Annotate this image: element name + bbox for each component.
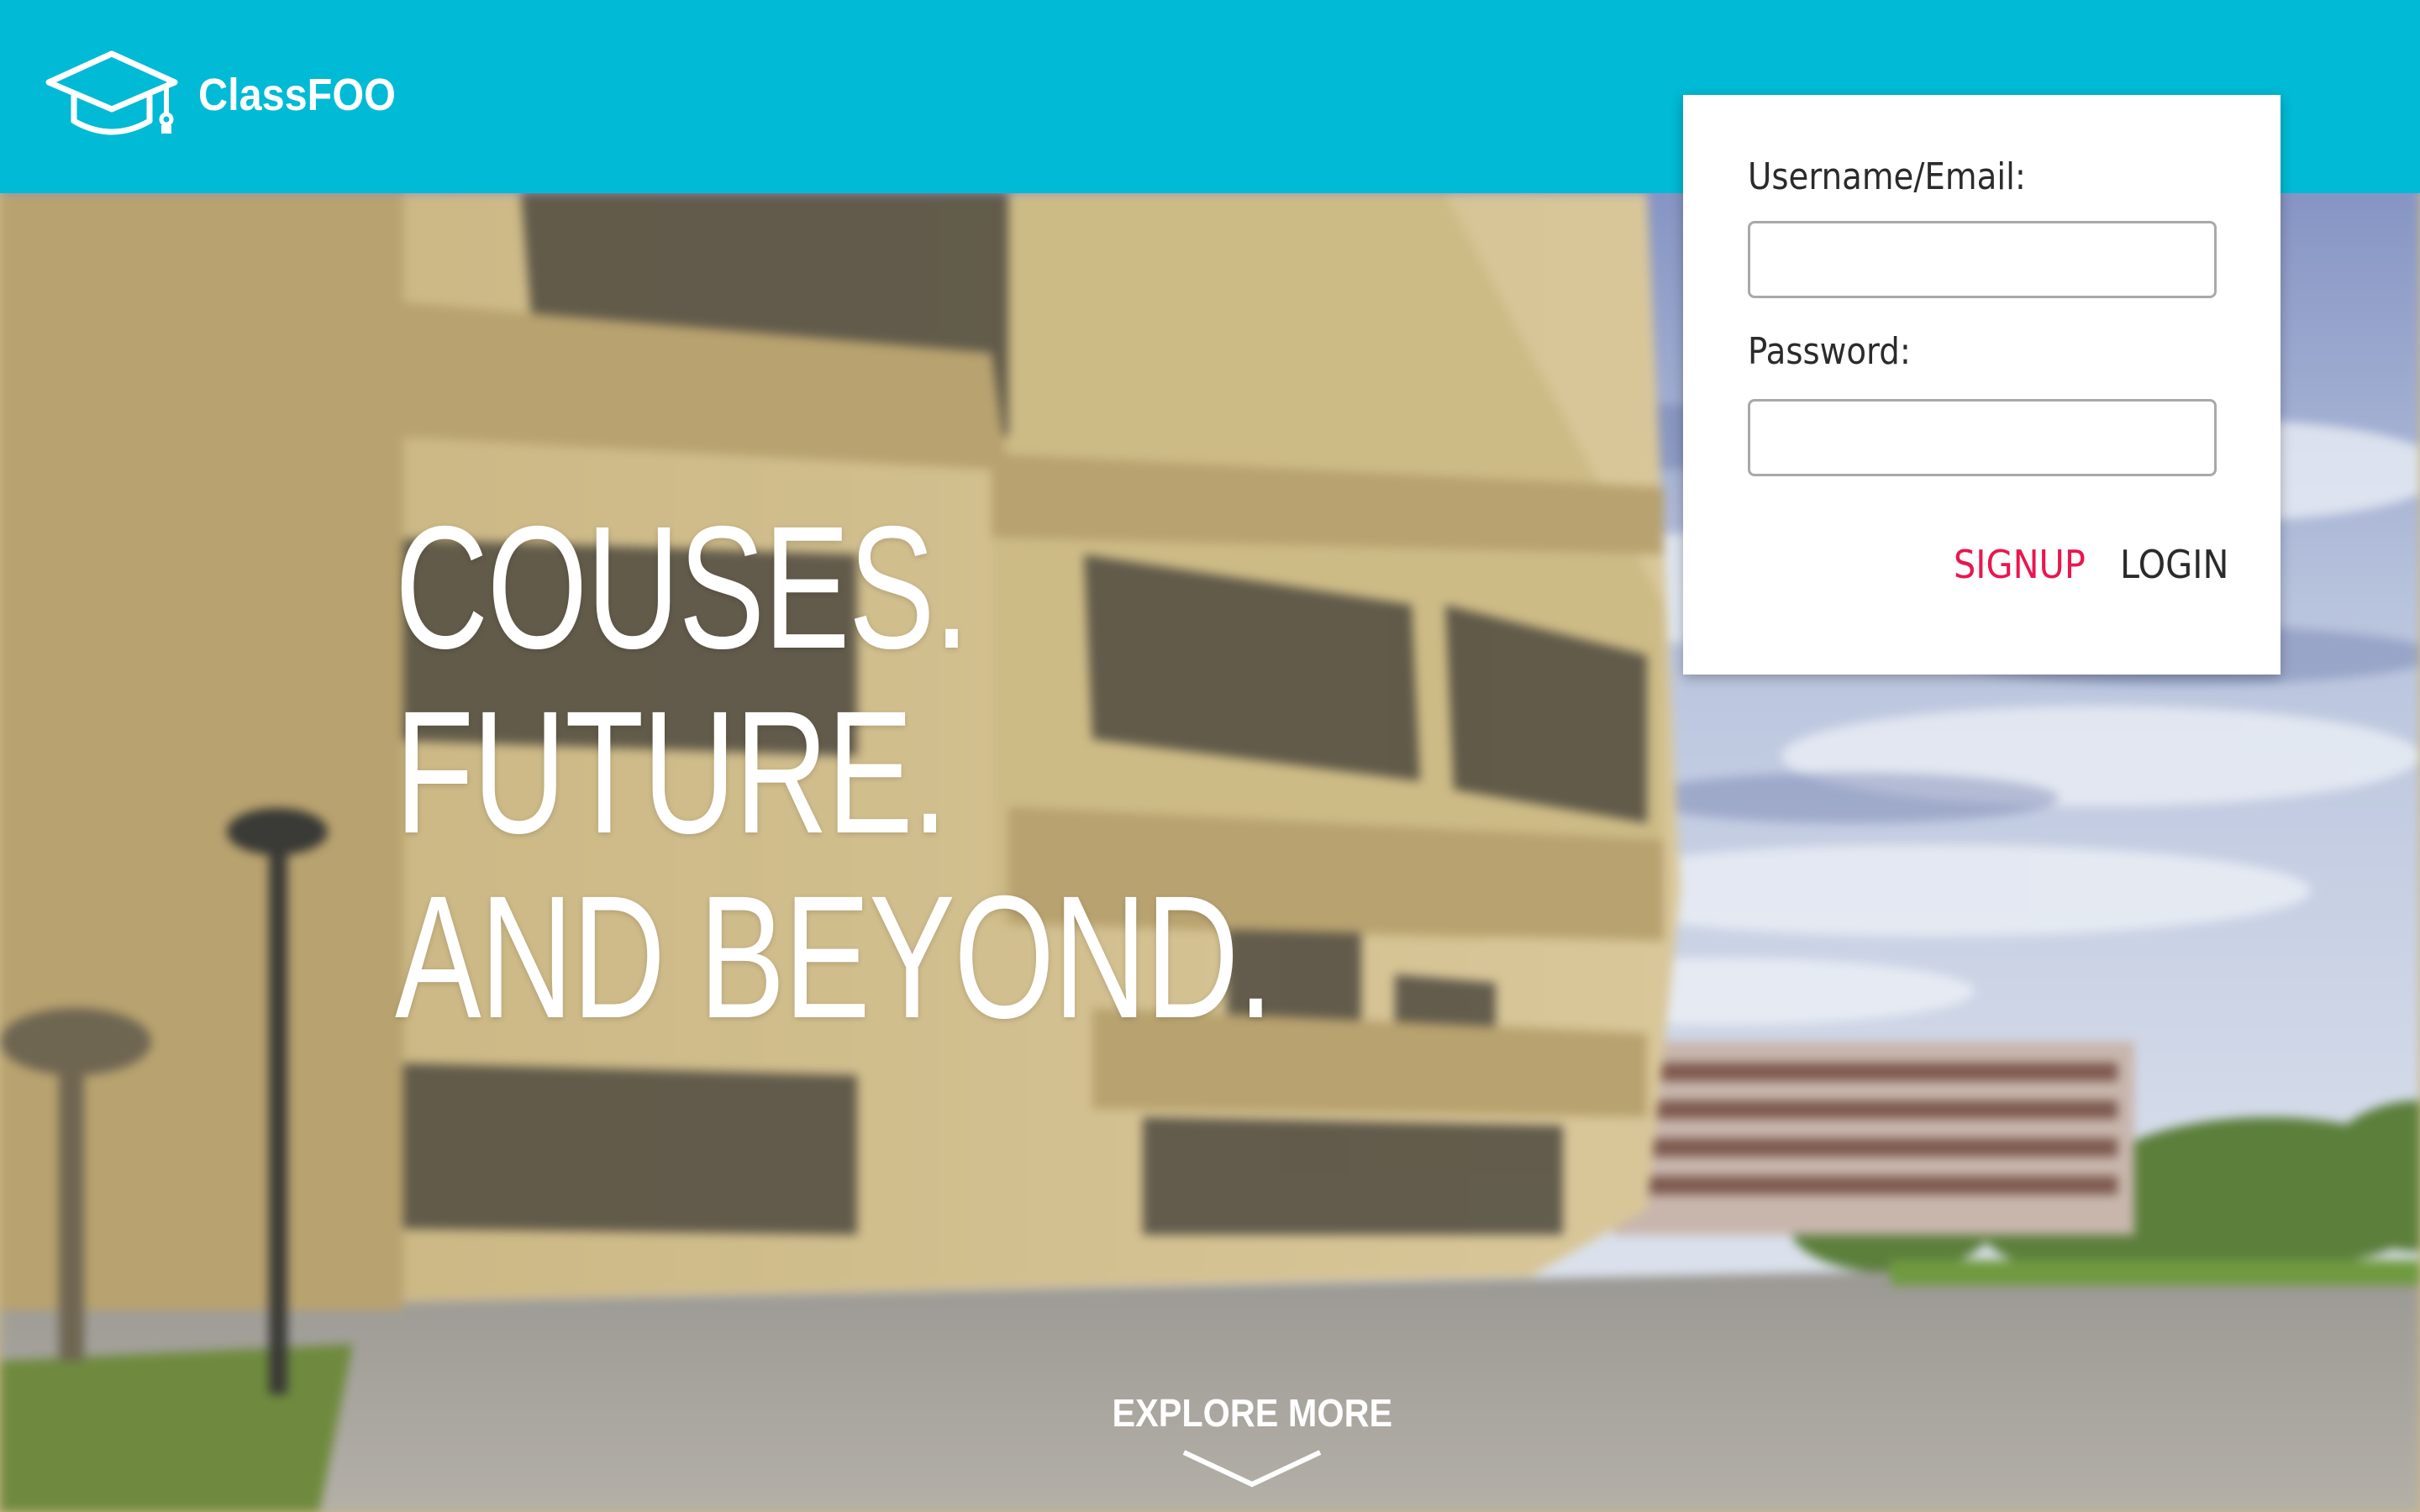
password-label: Password: (1748, 330, 1911, 373)
explore-more-link[interactable]: EXPLORE MORE (1042, 1390, 1462, 1491)
login-button[interactable]: LOGIN (2120, 542, 2228, 587)
brand-name: ClassFOO (198, 70, 396, 120)
chevron-down-icon[interactable] (1181, 1447, 1323, 1491)
signup-button[interactable]: SIGNUP (1954, 542, 2086, 587)
password-input[interactable] (1748, 399, 2217, 476)
hero-line-1: COUSES. (395, 491, 970, 685)
graduation-cap-icon (45, 50, 178, 135)
hero-headline: COUSES. FUTURE. AND BEYOND. (395, 491, 1274, 1055)
username-label: Username/Email: (1748, 155, 2026, 198)
username-input[interactable] (1748, 221, 2217, 298)
brand-logo[interactable]: ClassFOO (40, 49, 418, 141)
hero-line-2: FUTURE. (395, 675, 948, 870)
explore-more-label: EXPLORE MORE (1112, 1391, 1392, 1435)
hero-line-3: AND BEYOND. (395, 860, 1274, 1055)
login-card: Username/Email: Password: SIGNUP LOGIN (1683, 95, 2281, 675)
landing-page: ClassFOO COUSES. FUTURE. AND BEYOND. Use… (0, 0, 2420, 1512)
